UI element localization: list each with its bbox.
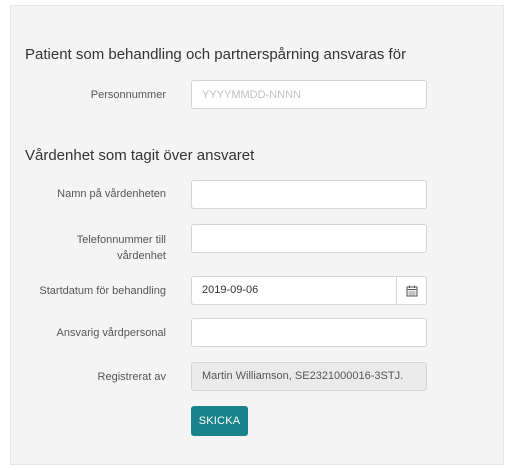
unit-name-input[interactable]: [191, 180, 427, 209]
responsible-staff-input[interactable]: [191, 318, 427, 347]
patient-section-heading: Patient som behandling och partnerspårni…: [25, 46, 407, 63]
personnummer-label: Personnummer: [90, 89, 166, 101]
registered-by-label: Registrerat av: [97, 371, 166, 383]
calendar-icon: [406, 285, 417, 296]
responsible-staff-label: Ansvarig vårdpersonal: [56, 327, 166, 339]
care-unit-section-heading: Vårdenhet som tagit över ansvaret: [25, 147, 255, 164]
calendar-button[interactable]: [396, 276, 427, 305]
unit-name-label: Namn på vårdenheten: [57, 188, 166, 200]
personnummer-input[interactable]: [191, 80, 427, 109]
phone-input[interactable]: [191, 224, 427, 253]
start-date-input[interactable]: 2019-09-06: [191, 276, 397, 305]
start-date-picker: 2019-09-06: [191, 276, 427, 305]
start-date-label: Startdatum för behandling: [39, 285, 166, 297]
submit-button[interactable]: SKICKA: [191, 406, 248, 436]
phone-label: Telefonnummer till vårdenhet: [76, 234, 166, 262]
registered-by-field: Martin Williamson, SE2321000016-3STJ.: [191, 362, 427, 391]
